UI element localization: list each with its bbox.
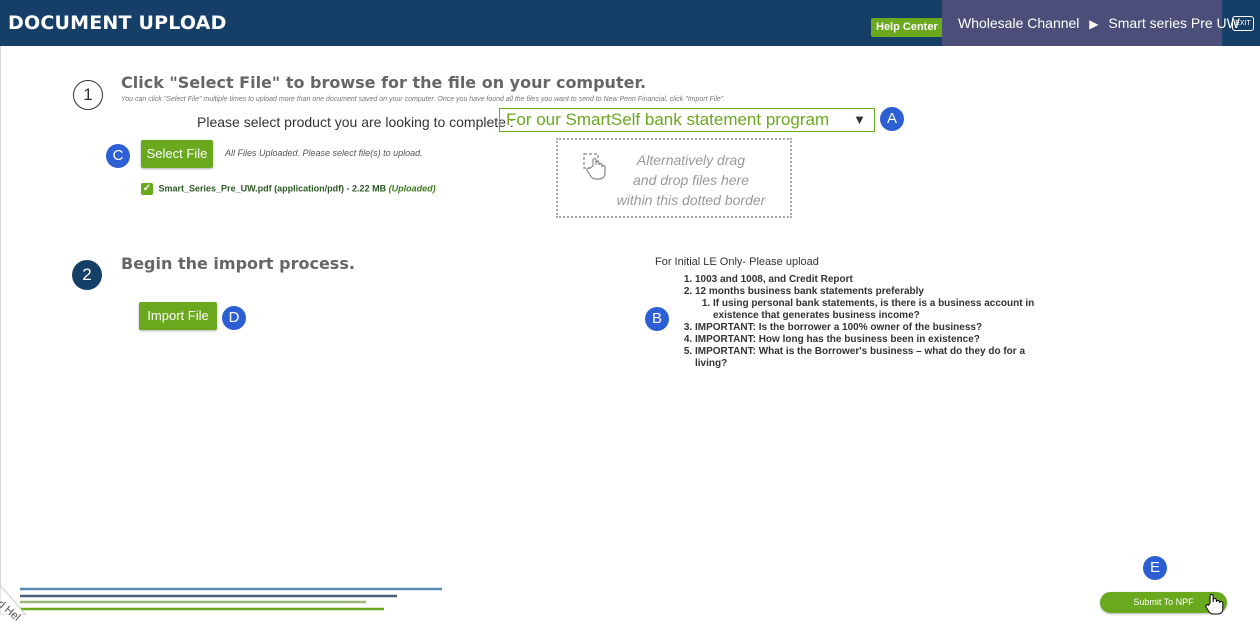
exit-button[interactable]: EXIT [1232, 16, 1254, 31]
uploaded-file-status: (Uploaded) [388, 183, 436, 194]
list-item: 12 months business bank statements prefe… [695, 286, 1035, 322]
list-item-text: 12 months business bank statements prefe… [695, 286, 924, 297]
drop-text-line-3: within this dotted border [616, 192, 766, 208]
marker-e: E [1143, 556, 1167, 580]
dropdown-arrow-icon[interactable]: ▼ [853, 109, 866, 131]
list-item: 1003 and 1008, and Credit Report [695, 274, 1035, 286]
drop-text-line-1: Alternatively drag [636, 152, 746, 168]
breadcrumb-channel[interactable]: Wholesale Channel [958, 15, 1079, 31]
step-2-number: 2 [72, 260, 102, 290]
step-2-title: Begin the import process. [121, 254, 355, 273]
top-header: DOCUMENT UPLOAD Help Center Wholesale Ch… [0, 0, 1260, 46]
marker-c: C [106, 144, 130, 168]
check-icon: ✓ [141, 183, 153, 195]
hand-cursor-icon [1205, 593, 1224, 615]
instructions-sublist: If using personal bank statements, is th… [695, 298, 1035, 322]
breadcrumb-separator-icon: ▶ [1089, 17, 1099, 31]
instructions-list: 1003 and 1008, and Credit Report 12 mont… [655, 274, 1035, 370]
import-file-button[interactable]: Import File [139, 302, 217, 330]
drop-text-line-2: and drop files here [633, 172, 749, 188]
list-item: IMPORTANT: Is the borrower a 100% owner … [695, 322, 1035, 334]
footer-decoration [0, 585, 442, 615]
step-1-note: You can click "Select File" multiple tim… [121, 96, 726, 103]
left-divider [0, 46, 1, 615]
instructions-title: For Initial LE Only- Please upload [655, 256, 819, 268]
uploaded-file-name: Smart_Series_Pre_UW.pdf (application/pdf… [158, 183, 387, 194]
help-center-button[interactable]: Help Center [871, 18, 943, 37]
marker-d: D [222, 306, 246, 330]
drop-zone[interactable]: Alternatively drag and drop files here w… [556, 138, 792, 218]
upload-status-note: All Files Uploaded. Please select file(s… [225, 148, 423, 158]
page-title: DOCUMENT UPLOAD [8, 12, 227, 34]
marker-a: A [880, 107, 904, 131]
product-select-label: Please select product you are looking to… [197, 114, 514, 130]
upload-instructions: For Initial LE Only- Please upload 1003 … [655, 256, 1035, 370]
product-select[interactable]: For our SmartSelf bank statement program… [499, 108, 875, 132]
step-1-title: Click "Select File" to browse for the fi… [121, 73, 647, 92]
drop-zone-text: Alternatively drag and drop files here w… [596, 150, 786, 210]
step-1-number: 1 [73, 80, 103, 110]
list-item: IMPORTANT: How long has the business bee… [695, 334, 1035, 346]
list-item: If using personal bank statements, is th… [713, 298, 1035, 322]
select-file-button[interactable]: Select File [141, 140, 213, 168]
breadcrumb-product: Smart series Pre UW [1108, 15, 1240, 31]
list-item: IMPORTANT: What is the Borrower's busine… [695, 346, 1035, 370]
marker-b: B [645, 307, 669, 331]
uploaded-file-row: ✓ Smart_Series_Pre_UW.pdf (application/p… [141, 183, 436, 195]
product-select-value: For our SmartSelf bank statement program [506, 110, 830, 129]
channel-breadcrumb: Wholesale Channel ▶ Smart series Pre UW [942, 0, 1240, 46]
